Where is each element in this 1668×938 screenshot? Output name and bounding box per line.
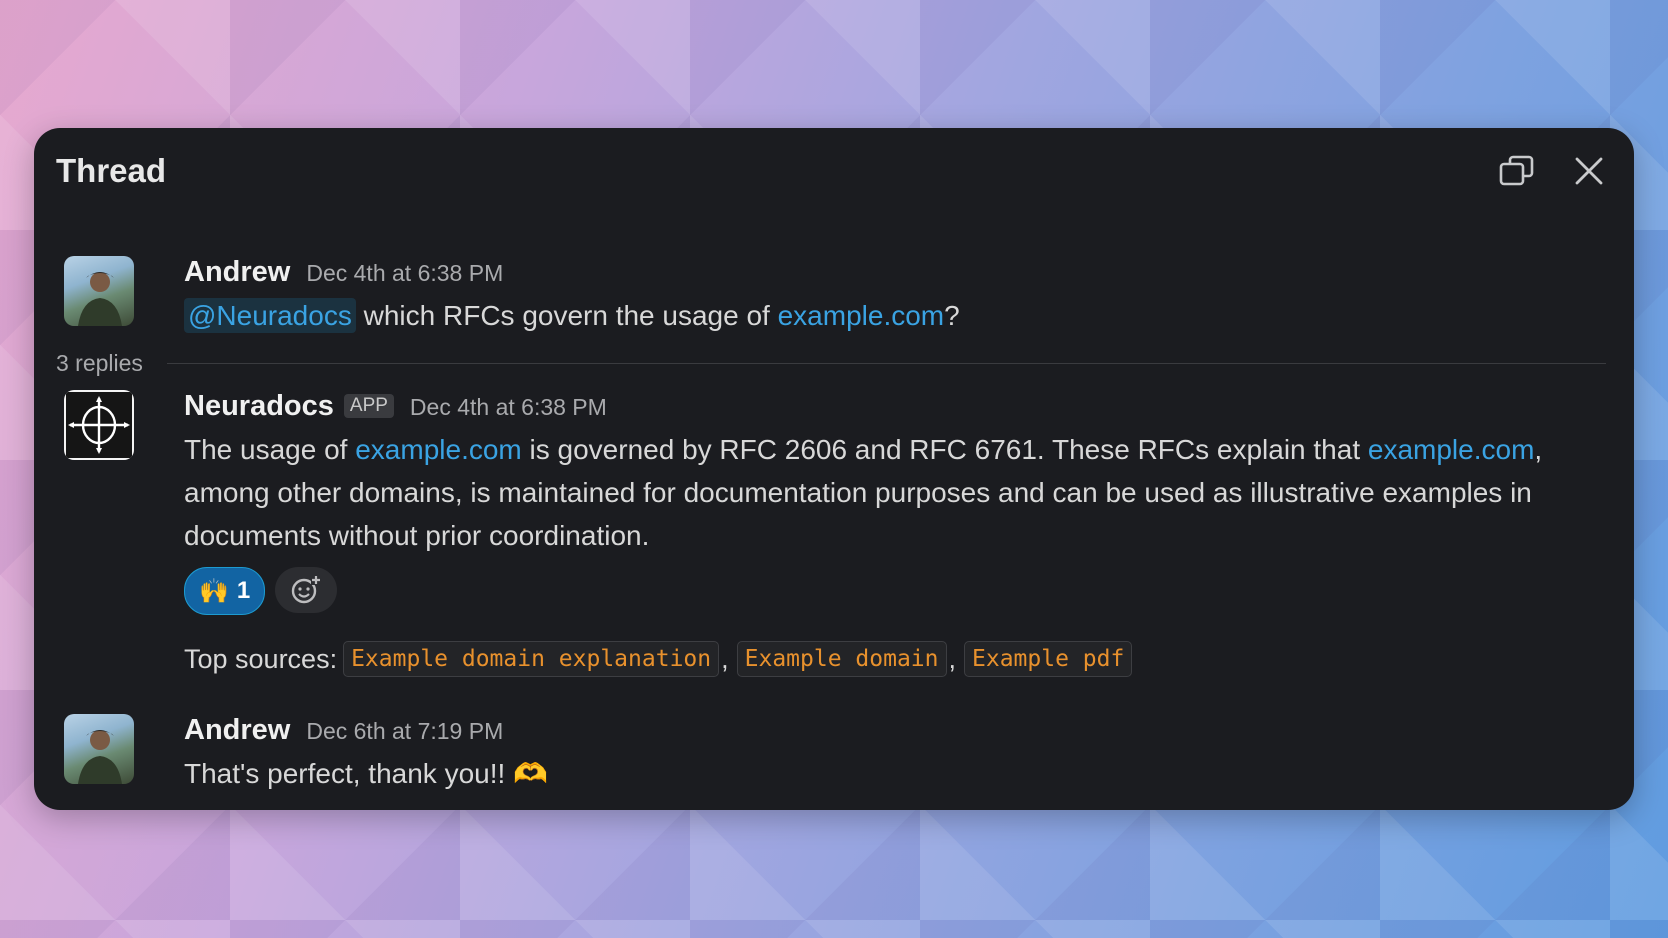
- replies-count: 3 replies: [56, 349, 143, 376]
- message-text-part: is governed by RFC 2606 and RFC 6761. Th…: [521, 434, 1368, 465]
- reaction-raised-hands[interactable]: 🙌 1: [184, 567, 266, 615]
- source-link[interactable]: Example domain: [736, 641, 947, 677]
- close-icon[interactable]: [1570, 152, 1608, 190]
- avatar-neuradocs[interactable]: [64, 390, 134, 460]
- mention-neuradocs[interactable]: @Neuradocs: [184, 298, 356, 333]
- app-badge: APP: [343, 394, 394, 418]
- message-text: @Neuradocs which RFCs govern the usage o…: [184, 294, 1614, 337]
- message-neuradocs: Neuradocs APP Dec 4th at 6:38 PM The usa…: [64, 390, 1614, 677]
- open-in-new-window-icon[interactable]: [1498, 152, 1536, 190]
- thread-panel: Thread Andrew Dec 4th at 6:38 PM @Neurad…: [34, 128, 1634, 810]
- link-example-com[interactable]: example.com: [355, 434, 522, 465]
- author-name[interactable]: Andrew: [184, 256, 290, 289]
- message-andrew-2: Andrew Dec 6th at 7:19 PM That's perfect…: [64, 714, 1614, 795]
- avatar-andrew[interactable]: [64, 256, 134, 326]
- top-sources: Top sources: Example domain explanation,…: [184, 641, 1614, 677]
- message-text: The usage of example.com is governed by …: [184, 428, 1614, 557]
- avatar-andrew[interactable]: [64, 714, 134, 784]
- thread-title: Thread: [56, 152, 167, 189]
- add-reaction-icon[interactable]: [275, 567, 338, 613]
- message-text: That's perfect, thank you!! 🫶: [184, 758, 548, 789]
- source-link[interactable]: Example domain explanation: [343, 641, 720, 677]
- thread-header: Thread: [56, 146, 1608, 196]
- author-name[interactable]: Neuradocs: [184, 390, 334, 423]
- message-timestamp[interactable]: Dec 4th at 6:38 PM: [410, 394, 607, 421]
- reactions-bar: 🙌 1: [184, 567, 1614, 615]
- message-text-part: The usage of: [184, 434, 356, 465]
- raised-hands-emoji: 🙌: [199, 577, 229, 605]
- replies-divider: 3 replies: [56, 348, 1606, 378]
- author-name[interactable]: Andrew: [184, 714, 290, 747]
- divider-line: [166, 362, 1606, 364]
- neuradocs-logo-icon: [66, 392, 132, 458]
- link-example-com[interactable]: example.com: [778, 300, 945, 331]
- message-andrew-1: Andrew Dec 4th at 6:38 PM @Neuradocs whi…: [64, 256, 1614, 337]
- reaction-count: 1: [236, 577, 251, 604]
- link-example-com[interactable]: example.com: [1368, 434, 1535, 465]
- message-timestamp[interactable]: Dec 6th at 7:19 PM: [306, 718, 503, 745]
- message-text-part: which RFCs govern the usage of: [355, 300, 778, 331]
- top-sources-label: Top sources:: [184, 643, 338, 674]
- message-timestamp[interactable]: Dec 4th at 6:38 PM: [306, 260, 503, 287]
- source-link[interactable]: Example pdf: [964, 641, 1133, 677]
- header-actions: [1498, 152, 1608, 190]
- message-text-part: ?: [944, 300, 960, 331]
